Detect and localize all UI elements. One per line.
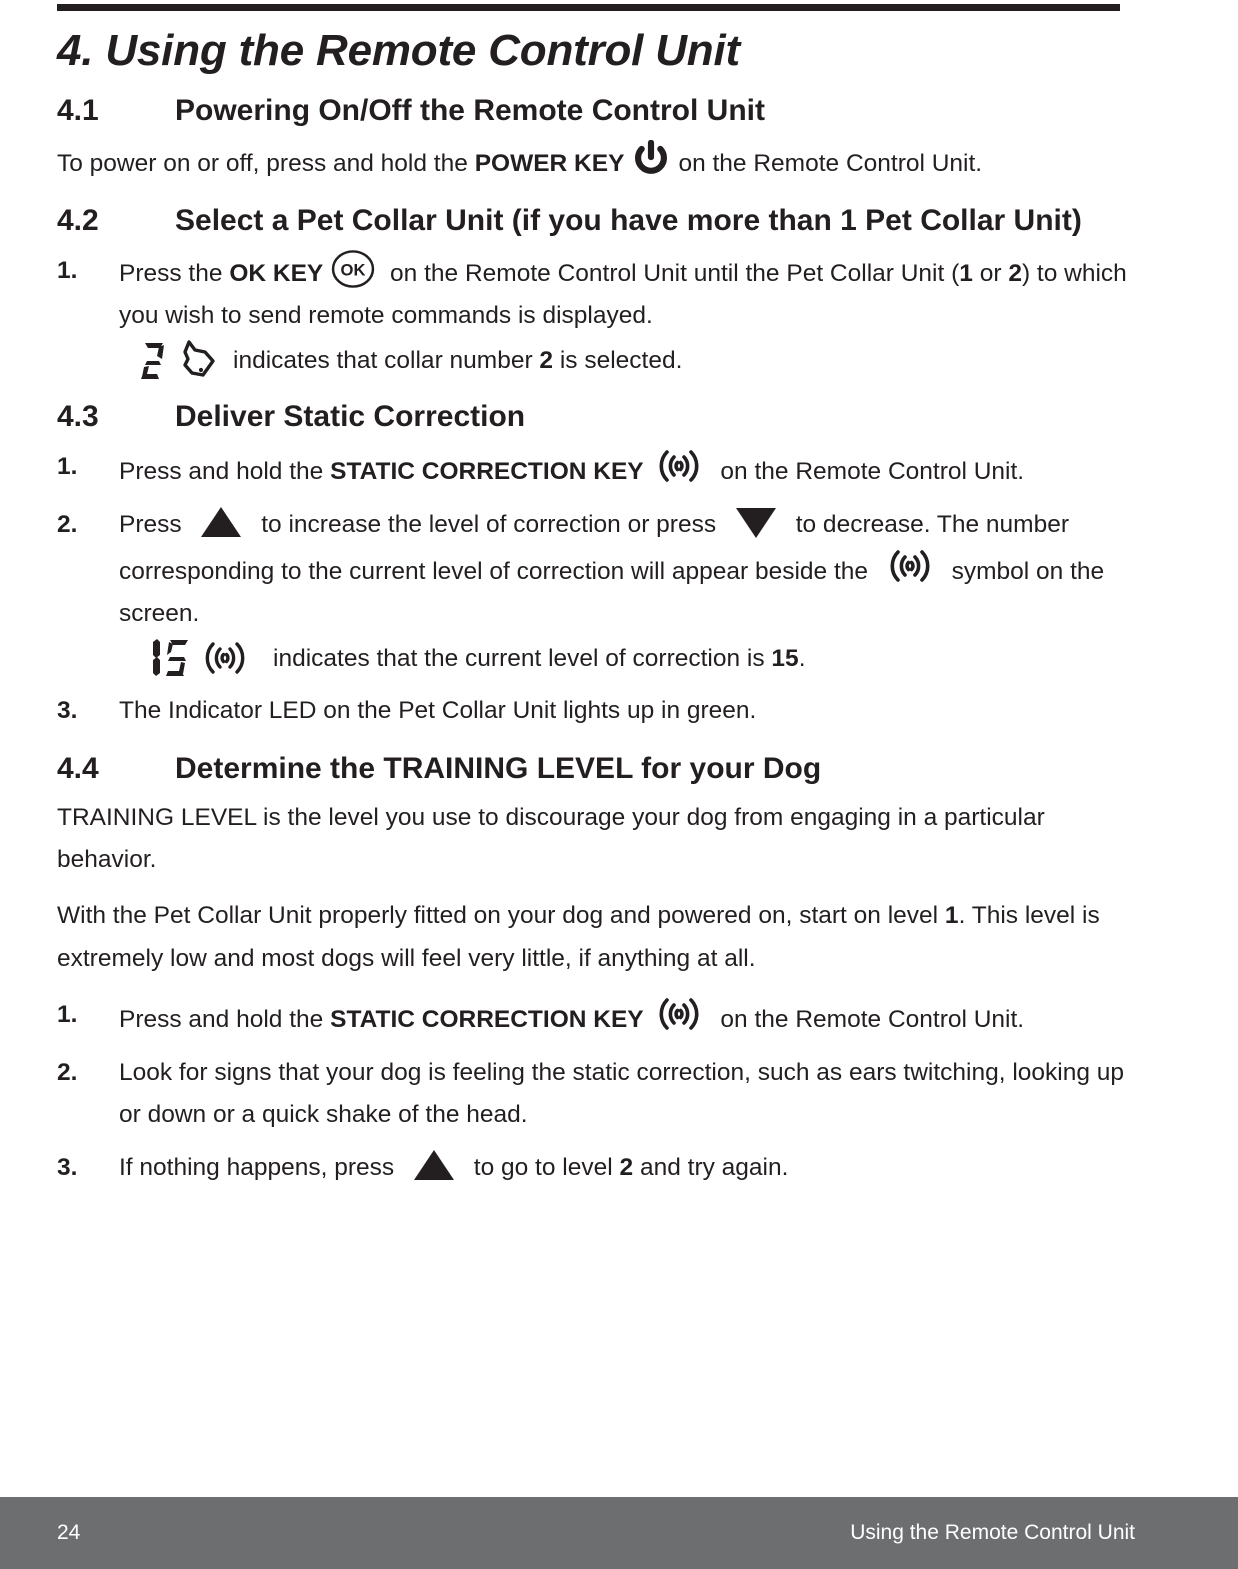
text-fragment: Press and hold the: [119, 457, 331, 485]
text-fragment: Press the: [119, 259, 230, 287]
steps-list-4-3: 1. Press and hold the STATIC CORRECTION …: [57, 446, 1132, 733]
step-number: 1.: [57, 452, 78, 480]
power-key-label: POWER KEY: [474, 150, 625, 177]
text-fragment: or: [972, 259, 1009, 287]
static-correction-icon: [651, 446, 707, 486]
list-item: 2. Press to increase the level of correc…: [57, 504, 1132, 680]
page-top-rule: [57, 4, 1120, 11]
lcd-note-level: indicates that the current level of corr…: [273, 639, 806, 678]
list-item: 3. If nothing happens, press to go to le…: [57, 1147, 1132, 1189]
static-correction-icon: [882, 546, 938, 586]
list-item: 2. Look for signs that your dog is feeli…: [57, 1052, 1132, 1136]
section-number-4-3: 4.3: [57, 400, 99, 434]
start-level-number: 1: [944, 902, 959, 930]
static-correction-key-label: STATIC CORRECTION KEY: [330, 457, 644, 485]
step-number: 1.: [57, 256, 78, 284]
steps-list-4-4: 1. Press and hold the STATIC CORRECTION …: [57, 994, 1132, 1190]
lcd-example-level: indicates that the current level of corr…: [119, 637, 1132, 679]
section-heading-4-3: 4.3 Deliver Static Correction: [57, 399, 1132, 436]
section-title-4-1: Powering On/Off the Remote Control Unit: [175, 94, 765, 128]
text-fragment: on the Remote Control Unit until the Pet…: [383, 259, 960, 287]
lcd-example-collar: indicates that collar number 2 is select…: [119, 339, 1132, 381]
page-number: 24: [57, 1521, 81, 1544]
text-fragment: .: [798, 644, 806, 672]
section-number-4-2: 4.2: [57, 204, 99, 238]
text-fragment: on the Remote Control Unit.: [713, 457, 1025, 485]
static-correction-key-label: STATIC CORRECTION KEY: [330, 1005, 644, 1033]
list-item: 1. Press and hold the STATIC CORRECTION …: [57, 446, 1132, 493]
level-number: 15: [771, 644, 799, 672]
text-fragment: indicates that collar number: [233, 346, 540, 374]
next-level-number: 2: [619, 1154, 634, 1182]
step-number: 3.: [57, 697, 78, 725]
section-heading-4-4: 4.4 Determine the TRAINING LEVEL for you…: [57, 751, 1132, 788]
text-fragment: and try again.: [633, 1154, 789, 1182]
step-number: 3.: [57, 1154, 78, 1182]
triangle-up-icon: [411, 1148, 457, 1182]
footer-section-label: Using the Remote Control Unit: [850, 1521, 1135, 1544]
lcd-digit-display: [139, 339, 219, 381]
step-text: Look for signs that your dog is feeling …: [119, 1058, 1125, 1129]
paragraph-4-4-1: TRAINING LEVEL is the level you use to d…: [57, 804, 1045, 874]
power-icon: [632, 139, 670, 178]
step-number: 2.: [57, 1058, 78, 1086]
section-number-4-1: 4.1: [57, 94, 99, 128]
paragraph-4-1: To power on or off, press and hold the P…: [57, 139, 1132, 185]
text-fragment: If nothing happens, press: [119, 1154, 401, 1182]
page-title: 4. Using the Remote Control Unit: [57, 26, 740, 75]
text-fragment: to increase the level of correction or p…: [254, 510, 723, 538]
section-title-4-4: Determine the TRAINING LEVEL for your Do…: [175, 751, 822, 785]
text-fragment: Press and hold the: [119, 1005, 331, 1033]
page-footer: 24 Using the Remote Control Unit: [0, 1497, 1238, 1569]
list-item: 1. Press and hold the STATIC CORRECTION …: [57, 994, 1132, 1041]
collar-two: 2: [1008, 259, 1022, 287]
triangle-up-icon: [198, 505, 244, 539]
steps-list-4-2: 1. Press the OK KEY OK on the Remote Cont…: [57, 249, 1132, 381]
text-fragment: to go to level: [466, 1154, 620, 1182]
section-number-4-4: 4.4: [57, 751, 99, 785]
paragraph-4-4-2: With the Pet Collar Unit properly fitted…: [57, 895, 1132, 979]
collar-number: 2: [539, 346, 554, 374]
step-number: 1.: [57, 1000, 78, 1028]
ok-key-icon: OK: [330, 249, 376, 288]
collar-one: 1: [959, 259, 973, 287]
text-fragment: indicates that the current level of corr…: [273, 644, 772, 672]
step-text: Press the OK KEY OK on the Remote Control…: [119, 249, 1132, 381]
list-item: 3. The Indicator LED on the Pet Collar U…: [57, 690, 1132, 732]
text-fragment: Press: [119, 510, 189, 538]
step-number: 2.: [57, 510, 78, 538]
section-title-4-3: Deliver Static Correction: [175, 400, 526, 434]
static-correction-icon: [651, 994, 707, 1034]
triangle-down-icon: [733, 505, 779, 539]
step-text: If nothing happens, press to go to level…: [119, 1147, 1132, 1189]
page-content: 4. Using the Remote Control Unit 4.1 Pow…: [57, 26, 1132, 1201]
text-fragment: on the Remote Control Unit.: [713, 1005, 1025, 1033]
section-heading-4-2: 4.2 Select a Pet Collar Unit (if you hav…: [57, 203, 1132, 240]
step-text: Press and hold the STATIC CORRECTION KEY…: [119, 446, 1132, 493]
text-fragment: on the Remote Control Unit.: [678, 150, 983, 177]
text-fragment: is selected.: [553, 346, 683, 374]
text-fragment: With the Pet Collar Unit properly fitted…: [57, 902, 945, 930]
svg-text:OK: OK: [341, 260, 366, 279]
step-text: Press and hold the STATIC CORRECTION KEY…: [119, 994, 1132, 1041]
step-text: Press to increase the level of correctio…: [119, 504, 1132, 680]
list-item: 1. Press the OK KEY OK on the Remote Cont…: [57, 249, 1132, 381]
ok-key-label: OK KEY: [229, 259, 324, 287]
text-fragment: To power on or off, press and hold the: [57, 150, 475, 177]
section-heading-4-1: 4.1 Powering On/Off the Remote Control U…: [57, 93, 1132, 130]
manual-page: 4. Using the Remote Control Unit 4.1 Pow…: [0, 0, 1238, 1569]
step-text: The Indicator LED on the Pet Collar Unit…: [119, 697, 757, 725]
section-title-4-2: Select a Pet Collar Unit (if you have mo…: [175, 204, 1082, 238]
lcd-note-collar: indicates that collar number 2 is select…: [233, 341, 682, 380]
lcd-level-display: [139, 637, 259, 679]
